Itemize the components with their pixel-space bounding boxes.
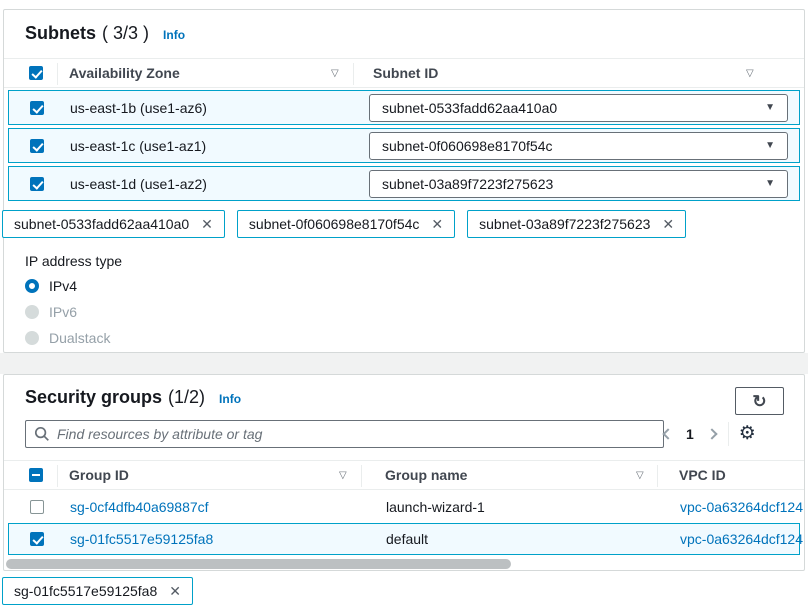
token-label: subnet-0f060698e8170f54c [249, 216, 419, 232]
column-divider [57, 465, 58, 487]
subnet-select-value: subnet-0533fadd62aa410a0 [382, 100, 557, 116]
availability-zone-label: us-east-1c (use1-az1) [70, 138, 206, 154]
panel-gap [0, 353, 808, 374]
search-input[interactable] [57, 426, 655, 442]
caret-down-icon: ▼ [765, 171, 775, 197]
caret-down-icon: ▼ [765, 95, 775, 121]
security-groups-panel: Security groups (1/2) Info ↻ 1 ⚙ Group I… [3, 374, 805, 571]
availability-zone-label: us-east-1b (use1-az6) [70, 100, 207, 116]
subnet-row[interactable]: us-east-1b (use1-az6) subnet-0533fadd62a… [8, 90, 800, 125]
subnet-row[interactable]: us-east-1d (use1-az2) subnet-03a89f7223f… [8, 166, 800, 201]
group-name-label: launch-wizard-1 [386, 499, 485, 515]
close-icon[interactable]: ✕ [431, 217, 443, 231]
security-groups-table-header: Group ID ▽ Group name ▽ VPC ID [4, 460, 804, 490]
search-box [25, 420, 664, 448]
close-icon[interactable]: ✕ [201, 217, 213, 231]
subnet-id-select[interactable]: subnet-0533fadd62aa410a0 ▼ [369, 94, 788, 122]
column-divider [361, 465, 362, 487]
security-groups-info-link[interactable]: Info [219, 392, 241, 406]
token-label: subnet-03a89f7223f275623 [479, 216, 650, 232]
close-icon[interactable]: ✕ [169, 584, 181, 598]
column-header-availability-zone[interactable]: Availability Zone [69, 65, 180, 81]
column-divider [353, 63, 354, 85]
radio-selected-icon[interactable] [25, 279, 39, 293]
pagination: 1 ⚙ [664, 420, 756, 448]
settings-gear-icon[interactable]: ⚙ [739, 424, 756, 444]
radio-label: Dualstack [49, 330, 110, 346]
radio-label: IPv4 [49, 278, 77, 294]
ip-address-type-label: IP address type [25, 253, 122, 269]
radio-label: IPv6 [49, 304, 77, 320]
group-name-label: default [386, 531, 428, 547]
radio-option-ipv4[interactable]: IPv4 [25, 278, 77, 294]
sort-icon[interactable]: ▽ [331, 68, 339, 80]
group-id-link[interactable]: sg-0cf4dfb40a69887cf [70, 499, 209, 515]
subnets-select-all-checkbox[interactable] [29, 66, 43, 80]
row-checkbox[interactable] [30, 532, 44, 546]
select-all-checkbox[interactable] [29, 468, 43, 482]
subnets-count: ( 3/3 ) [102, 23, 149, 44]
group-id-link[interactable]: sg-01fc5517e59125fa8 [70, 531, 213, 547]
column-divider [57, 63, 58, 85]
sort-icon[interactable]: ▽ [339, 470, 347, 482]
security-groups-count: (1/2) [168, 387, 205, 408]
refresh-button[interactable]: ↻ [735, 387, 784, 415]
close-icon[interactable]: ✕ [662, 217, 674, 231]
sort-icon[interactable]: ▽ [746, 68, 754, 80]
subnet-token: subnet-0533fadd62aa410a0 ✕ [2, 210, 225, 238]
radio-option-dualstack[interactable]: Dualstack [25, 330, 110, 346]
column-header-subnet-id[interactable]: Subnet ID [373, 65, 438, 81]
horizontal-scrollbar-thumb[interactable] [6, 559, 511, 569]
subnet-row[interactable]: us-east-1c (use1-az1) subnet-0f060698e81… [8, 128, 800, 163]
row-checkbox[interactable] [30, 177, 44, 191]
vpc-id-link[interactable]: vpc-0a63264dcf124 [680, 531, 803, 547]
availability-zone-label: us-east-1d (use1-az2) [70, 176, 207, 192]
subnet-select-value: subnet-0f060698e8170f54c [382, 138, 552, 154]
subnets-panel: Subnets ( 3/3 ) Info Availability Zone ▽… [3, 9, 805, 353]
pagination-prev-icon[interactable] [662, 428, 673, 439]
pagination-next-icon[interactable] [706, 428, 717, 439]
vpc-id-link[interactable]: vpc-0a63264dcf124 [680, 499, 803, 515]
column-header-group-name[interactable]: Group name [385, 467, 467, 483]
subnet-token: subnet-03a89f7223f275623 ✕ [467, 210, 686, 238]
radio-option-ipv6[interactable]: IPv6 [25, 304, 77, 320]
subnets-table-header: Availability Zone ▽ Subnet ID ▽ [4, 58, 804, 88]
security-groups-header: Security groups (1/2) Info [25, 387, 241, 408]
pagination-page-number[interactable]: 1 [686, 426, 694, 442]
security-groups-title: Security groups [25, 387, 162, 408]
caret-down-icon: ▼ [765, 133, 775, 159]
subnet-id-select[interactable]: subnet-03a89f7223f275623 ▼ [369, 170, 788, 198]
row-checkbox[interactable] [30, 139, 44, 153]
column-divider [657, 465, 658, 487]
divider [728, 422, 729, 446]
column-header-group-id[interactable]: Group ID [69, 467, 129, 483]
subnet-select-value: subnet-03a89f7223f275623 [382, 176, 553, 192]
subnet-token-group: subnet-0533fadd62aa410a0 ✕ subnet-0f0606… [2, 210, 686, 238]
subnets-header: Subnets ( 3/3 ) Info [25, 23, 185, 44]
page: Subnets ( 3/3 ) Info Availability Zone ▽… [0, 0, 808, 610]
row-checkbox[interactable] [30, 500, 44, 514]
token-label: subnet-0533fadd62aa410a0 [14, 216, 189, 232]
security-group-token-group: sg-01fc5517e59125fa8 ✕ [2, 577, 193, 605]
token-label: sg-01fc5517e59125fa8 [14, 583, 157, 599]
security-group-row[interactable]: sg-0cf4dfb40a69887cf launch-wizard-1 vpc… [8, 491, 800, 523]
subnet-token: subnet-0f060698e8170f54c ✕ [237, 210, 455, 238]
subnets-info-link[interactable]: Info [163, 28, 185, 42]
subnets-title: Subnets [25, 23, 96, 44]
security-group-token: sg-01fc5517e59125fa8 ✕ [2, 577, 193, 605]
search-icon [34, 426, 50, 442]
radio-disabled-icon [25, 305, 39, 319]
radio-disabled-icon [25, 331, 39, 345]
column-header-vpc-id[interactable]: VPC ID [679, 467, 726, 483]
refresh-icon: ↻ [752, 393, 766, 410]
row-checkbox[interactable] [30, 101, 44, 115]
security-group-row[interactable]: sg-01fc5517e59125fa8 default vpc-0a63264… [8, 523, 800, 555]
subnet-id-select[interactable]: subnet-0f060698e8170f54c ▼ [369, 132, 788, 160]
sort-icon[interactable]: ▽ [636, 470, 644, 482]
